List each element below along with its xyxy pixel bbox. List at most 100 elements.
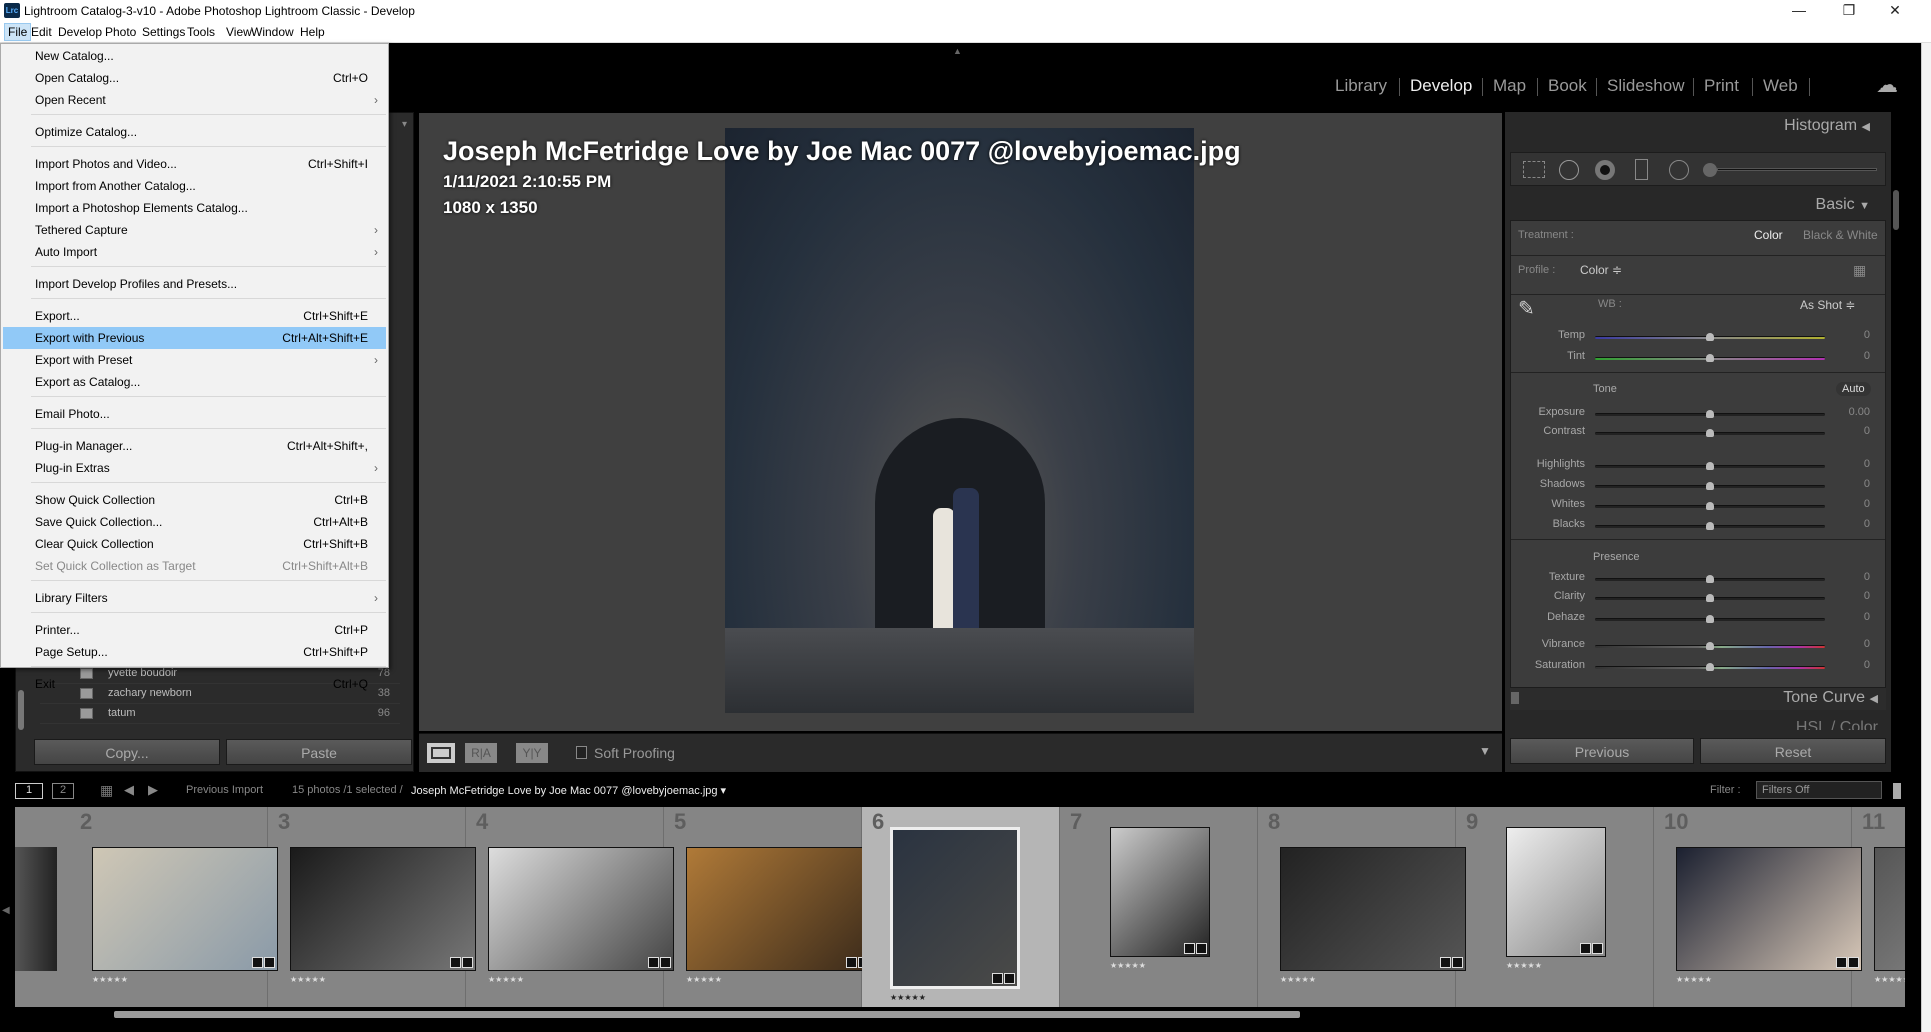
module-web[interactable]: Web: [1763, 76, 1798, 96]
saturation-slider[interactable]: [1595, 663, 1825, 671]
star-rating[interactable]: ★★★★★: [1110, 961, 1146, 970]
loupe-view-button[interactable]: [427, 743, 455, 763]
back-arrow-icon[interactable]: ◀: [124, 782, 134, 798]
panel-toggle-switch[interactable]: [1511, 692, 1519, 704]
menu-edit[interactable]: Edit: [31, 25, 52, 39]
slider-value[interactable]: 0: [1830, 638, 1870, 650]
filter-dropdown[interactable]: Filters Off: [1756, 781, 1882, 799]
dehaze-slider[interactable]: [1595, 615, 1825, 623]
thumbnail[interactable]: [1280, 847, 1466, 971]
temp-slider[interactable]: [1595, 333, 1825, 341]
main-photo[interactable]: [725, 128, 1194, 713]
graduated-filter-icon[interactable]: [1635, 159, 1648, 180]
thumbnail[interactable]: [1676, 847, 1862, 971]
menu-item[interactable]: Clear Quick Collection Ctrl+Shift+B: [3, 533, 386, 555]
slider-thumb[interactable]: [1706, 429, 1714, 437]
filmstrip-scrollbar[interactable]: [114, 1011, 1300, 1018]
slider-thumb[interactable]: [1706, 482, 1714, 490]
menu-settings[interactable]: Settings: [142, 25, 185, 39]
menu-item[interactable]: Open Recent ›: [3, 89, 386, 111]
filmstrip-cell[interactable]: 10 ★★★★★: [1654, 807, 1862, 1007]
radial-filter-icon[interactable]: [1669, 160, 1689, 180]
filmstrip-cell[interactable]: 8 ★★★★★: [1258, 807, 1466, 1007]
before-after-split-button[interactable]: Y|Y: [516, 743, 548, 763]
menu-window[interactable]: Window: [251, 25, 294, 39]
module-print[interactable]: Print: [1704, 76, 1739, 96]
slider-value[interactable]: 0: [1830, 478, 1870, 490]
filter-lock-icon[interactable]: [1893, 783, 1901, 799]
filmstrip-cell[interactable]: 9 ★★★★★: [1456, 807, 1654, 1007]
menu-item[interactable]: Save Quick Collection... Ctrl+Alt+B: [3, 511, 386, 533]
toolbar-menu-icon[interactable]: ▼: [1479, 744, 1491, 758]
menu-item[interactable]: Plug-in Manager... Ctrl+Alt+Shift+,: [3, 435, 386, 457]
source-label[interactable]: Previous Import: [186, 784, 263, 796]
slider-value[interactable]: 0: [1830, 425, 1870, 437]
star-rating[interactable]: ★★★★★: [686, 975, 722, 984]
histogram-header[interactable]: Histogram ◀: [1700, 117, 1870, 135]
hsl-header[interactable]: HSL / Color: [1510, 720, 1886, 730]
current-filename[interactable]: Joseph McFetridge Love by Joe Mac 0077 @…: [411, 784, 726, 797]
module-library[interactable]: Library: [1335, 76, 1387, 96]
previous-button[interactable]: Previous: [1510, 738, 1694, 764]
treatment-bw-option[interactable]: Black & White: [1803, 228, 1878, 242]
slider-thumb[interactable]: [1706, 642, 1714, 650]
menu-item[interactable]: Import a Photoshop Elements Catalog...: [3, 197, 386, 219]
spot-removal-icon[interactable]: [1559, 160, 1579, 180]
menu-item[interactable]: New Catalog...: [3, 45, 386, 67]
thumbnail[interactable]: [1506, 827, 1606, 957]
menu-item[interactable]: Import from Another Catalog...: [3, 175, 386, 197]
basic-header[interactable]: Basic ▼: [1700, 196, 1870, 214]
top-panel-toggle-icon[interactable]: ▲: [953, 46, 962, 56]
brush-icon[interactable]: [1703, 163, 1717, 177]
slider-value[interactable]: 0: [1830, 498, 1870, 510]
shadows-slider[interactable]: [1595, 482, 1825, 490]
slider-thumb[interactable]: [1706, 594, 1714, 602]
before-after-button[interactable]: R|A: [465, 743, 497, 763]
menu-item[interactable]: Optimize Catalog...: [3, 121, 386, 143]
soft-proofing-checkbox[interactable]: [576, 746, 587, 759]
star-rating[interactable]: ★★★★★: [1506, 961, 1542, 970]
filmstrip-cell[interactable]: 3 ★★★★★: [268, 807, 476, 1007]
eyedropper-icon[interactable]: ✎: [1518, 296, 1535, 321]
slider-value[interactable]: 0: [1830, 659, 1870, 671]
module-develop[interactable]: Develop: [1410, 76, 1472, 96]
slider-value[interactable]: 0: [1830, 350, 1870, 362]
module-book[interactable]: Book: [1548, 76, 1587, 96]
filmstrip-cell[interactable]: 5 ★★★★★: [664, 807, 872, 1007]
star-rating[interactable]: ★★★★★: [890, 993, 926, 1002]
menu-help[interactable]: Help: [300, 25, 325, 39]
tone-curve-header[interactable]: Tone Curve ◀: [1510, 688, 1886, 710]
left-panel-scrollbar[interactable]: [18, 690, 24, 730]
slider-thumb[interactable]: [1706, 333, 1714, 341]
thumbnail-partial[interactable]: [15, 847, 57, 971]
star-rating[interactable]: ★★★★★: [488, 975, 524, 984]
slider-thumb[interactable]: [1706, 575, 1714, 583]
menu-item[interactable]: Import Photos and Video... Ctrl+Shift+I: [3, 153, 386, 175]
minimize-button[interactable]: —: [1776, 0, 1822, 22]
menu-photo[interactable]: Photo: [105, 25, 136, 39]
treatment-color-option[interactable]: Color: [1754, 228, 1783, 242]
auto-tone-button[interactable]: Auto: [1836, 382, 1871, 396]
thumbnail[interactable]: [488, 847, 674, 971]
grid-icon[interactable]: ▦: [100, 782, 113, 799]
menu-item[interactable]: Tethered Capture ›: [3, 219, 386, 241]
close-button[interactable]: ✕: [1872, 0, 1918, 22]
slider-thumb[interactable]: [1706, 615, 1714, 623]
thumbnail[interactable]: [686, 847, 872, 971]
menu-item[interactable]: Import Develop Profiles and Presets...: [3, 273, 386, 295]
tint-slider[interactable]: [1595, 354, 1825, 362]
star-rating[interactable]: ★★★★★: [1676, 975, 1712, 984]
menu-item[interactable]: Exit Ctrl+Q: [3, 673, 386, 695]
menu-file[interactable]: File: [4, 23, 32, 41]
slider-thumb[interactable]: [1706, 410, 1714, 418]
menu-item[interactable]: Library Filters ›: [3, 587, 386, 609]
menu-item[interactable]: Show Quick Collection Ctrl+B: [3, 489, 386, 511]
slider-value[interactable]: 0.00: [1830, 406, 1870, 418]
forward-arrow-icon[interactable]: ▶: [148, 782, 158, 798]
profile-dropdown[interactable]: Color ≑: [1580, 263, 1622, 277]
thumbnail[interactable]: [290, 847, 476, 971]
menu-view[interactable]: View: [226, 25, 252, 39]
slider-value[interactable]: 0: [1830, 611, 1870, 623]
star-rating[interactable]: ★★★★★: [1280, 975, 1316, 984]
slider-thumb[interactable]: [1706, 522, 1714, 530]
